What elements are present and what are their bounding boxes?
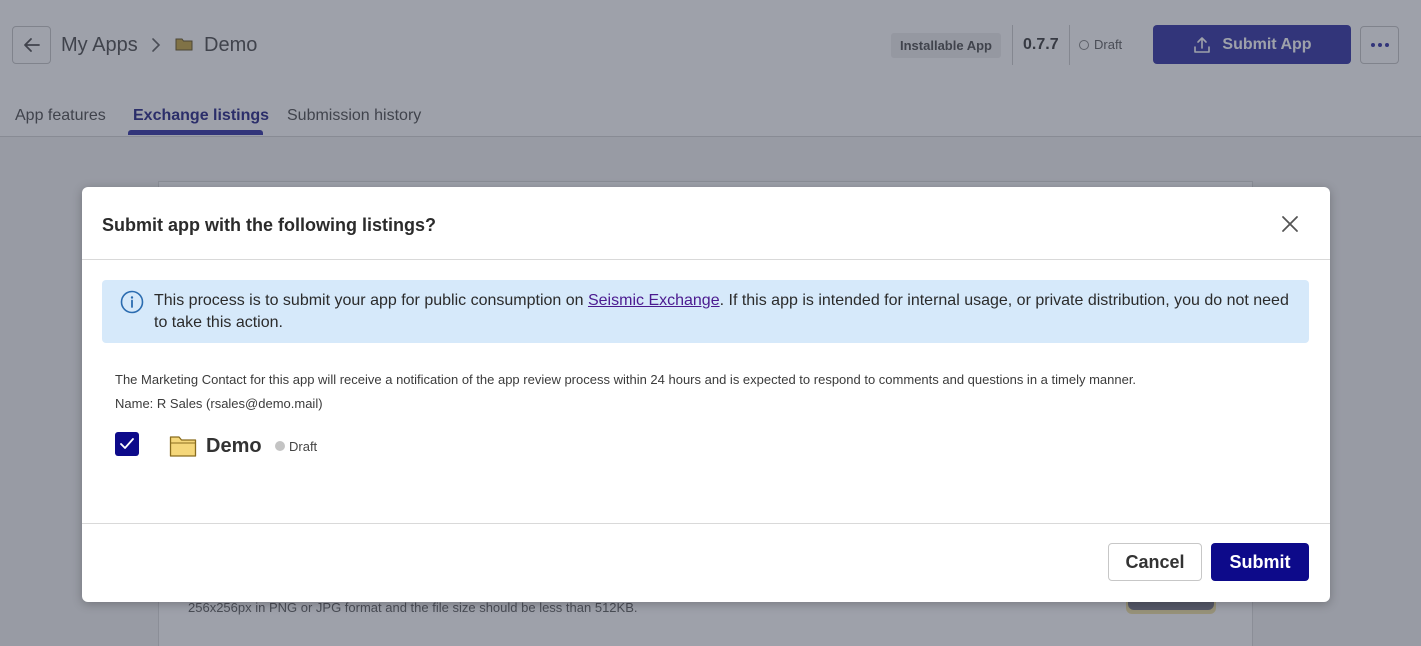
cancel-button[interactable]: Cancel [1108, 543, 1202, 581]
close-icon [1282, 216, 1298, 232]
dialog-title: Submit app with the following listings? [102, 215, 436, 235]
header-divider [82, 259, 1330, 260]
listing-name: Demo [206, 435, 262, 457]
info-message: This process is to submit your app for p… [154, 290, 1294, 334]
marketing-contact-notice: The Marketing Contact for this app will … [115, 372, 1137, 387]
status-dot [275, 441, 285, 451]
close-button[interactable] [1278, 212, 1302, 236]
info-text-before: This process is to submit your app for p… [154, 292, 588, 309]
info-icon [120, 290, 144, 314]
folder-icon [169, 436, 197, 457]
listing-status: Draft [289, 439, 318, 454]
submit-listings-dialog: Submit app with the following listings? … [82, 187, 1330, 602]
submit-button[interactable]: Submit [1211, 543, 1309, 581]
footer-divider [82, 523, 1330, 524]
info-banner: This process is to submit your app for p… [102, 280, 1309, 343]
checkmark-icon [120, 438, 134, 449]
listing-checkbox[interactable] [115, 432, 139, 456]
seismic-exchange-link[interactable]: Seismic Exchange [588, 292, 720, 309]
marketing-contact-name: Name: R Sales (rsales@demo.mail) [115, 396, 323, 411]
